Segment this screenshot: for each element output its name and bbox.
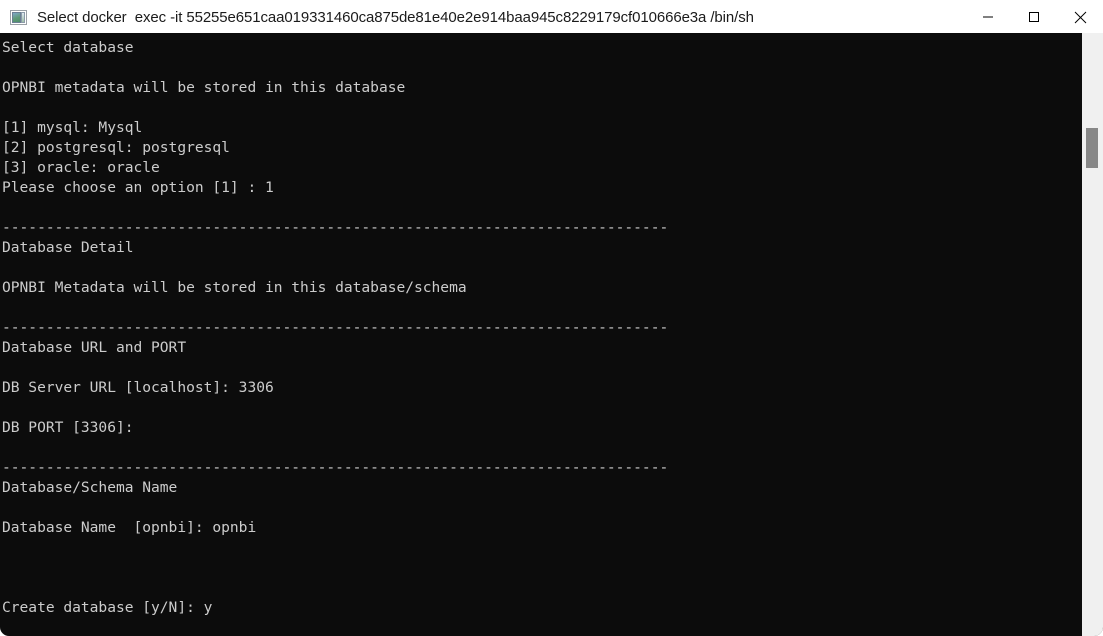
console-line: DB PORT [3306]: <box>2 419 134 436</box>
console-line: Select database <box>2 39 134 56</box>
console-line: ----------------------------------------… <box>2 459 669 476</box>
vertical-scrollbar[interactable] <box>1082 33 1103 636</box>
console-text: Select database OPNBI metadata will be st… <box>2 38 1077 618</box>
window-controls <box>965 0 1103 34</box>
console-line: OPNBI metadata will be stored in this da… <box>2 79 406 96</box>
console-line: Database Name [opnbi]: opnbi <box>2 519 257 536</box>
minimize-icon <box>983 16 993 18</box>
console-line: Database/Schema Name <box>2 479 178 496</box>
console-line: [1] mysql: Mysql <box>2 119 143 136</box>
terminal-window: Select docker exec -it 55255e651caa01933… <box>0 0 1103 636</box>
console-window-icon <box>10 9 27 25</box>
console-line: DB Server URL [localhost]: 3306 <box>2 379 274 396</box>
console-line: ----------------------------------------… <box>2 319 669 336</box>
maximize-button[interactable] <box>1011 0 1057 34</box>
console-line: Please choose an option [1] : 1 <box>2 179 274 196</box>
console-line: Create database [y/N]: y <box>2 599 213 616</box>
minimize-button[interactable] <box>965 0 1011 34</box>
close-button[interactable] <box>1057 0 1103 34</box>
console-line: [3] oracle: oracle <box>2 159 160 176</box>
console-icon-pane-right <box>21 11 25 23</box>
console-line: [2] postgresql: postgresql <box>2 139 230 156</box>
console-line: OPNBI Metadata will be stored in this da… <box>2 279 467 296</box>
console-icon-pane-left <box>12 11 21 23</box>
scrollbar-thumb[interactable] <box>1086 128 1098 168</box>
terminal-output-area[interactable]: Select database OPNBI metadata will be st… <box>0 33 1103 636</box>
console-line: Database URL and PORT <box>2 339 187 356</box>
console-line: Database Detail <box>2 239 134 256</box>
window-title: Select docker exec -it 55255e651caa01933… <box>37 8 754 26</box>
title-bar[interactable]: Select docker exec -it 55255e651caa01933… <box>0 0 1103 34</box>
maximize-icon <box>1029 12 1039 22</box>
close-icon <box>1074 11 1086 23</box>
console-line: ----------------------------------------… <box>2 219 669 236</box>
